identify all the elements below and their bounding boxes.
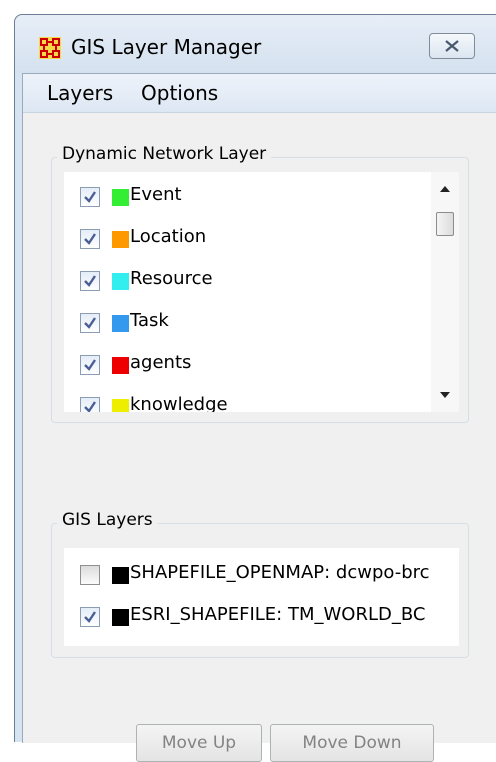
layer-color-swatch bbox=[112, 357, 129, 374]
gis-layer-manager-window: GIS Layer Manager Layers Options Dynamic… bbox=[14, 14, 496, 762]
move-down-button[interactable]: Move Down bbox=[270, 724, 434, 762]
layer-color-swatch bbox=[112, 315, 129, 332]
close-button[interactable] bbox=[429, 33, 475, 59]
window-title: GIS Layer Manager bbox=[71, 35, 262, 59]
layer-row-knowledge[interactable]: knowledge bbox=[64, 392, 459, 412]
layer-label: Task bbox=[130, 310, 169, 331]
layer-color-swatch bbox=[112, 399, 129, 412]
close-icon bbox=[445, 40, 459, 52]
scrollbar-thumb[interactable] bbox=[436, 212, 454, 236]
title-bar[interactable]: GIS Layer Manager bbox=[15, 15, 496, 73]
layer-checkbox-agents[interactable] bbox=[80, 355, 100, 375]
checkmark-icon bbox=[84, 275, 96, 287]
layer-row-location[interactable]: Location bbox=[64, 224, 459, 256]
checkmark-icon bbox=[84, 233, 96, 245]
layer-row-event[interactable]: Event bbox=[64, 182, 459, 214]
layer-label: Event bbox=[130, 184, 182, 205]
layer-checkbox-task[interactable] bbox=[80, 313, 100, 333]
layer-label: SHAPEFILE_OPENMAP: dcwpo-brc bbox=[130, 562, 430, 583]
layer-color-swatch bbox=[112, 189, 129, 206]
gis-layer-checkbox-openmap[interactable] bbox=[80, 565, 100, 585]
layer-color-swatch bbox=[112, 273, 129, 290]
layer-checkbox-knowledge[interactable] bbox=[80, 397, 100, 412]
gis-layer-row-esri[interactable]: ESRI_SHAPEFILE: TM_WORLD_BC bbox=[64, 602, 459, 634]
scroll-up-arrow-icon[interactable] bbox=[440, 186, 450, 192]
move-up-button[interactable]: Move Up bbox=[136, 724, 262, 762]
layer-row-task[interactable]: Task bbox=[64, 308, 459, 340]
menu-layers[interactable]: Layers bbox=[47, 81, 113, 105]
checkmark-icon bbox=[84, 317, 96, 329]
layer-checkbox-resource[interactable] bbox=[80, 271, 100, 291]
layer-label: knowledge bbox=[130, 394, 228, 412]
checkmark-icon bbox=[84, 191, 96, 203]
client-area: Layers Options Dynamic Network Layer Eve… bbox=[22, 73, 496, 762]
layer-label: Resource bbox=[130, 268, 213, 289]
layer-row-resource[interactable]: Resource bbox=[64, 266, 459, 298]
app-icon bbox=[39, 37, 61, 59]
layer-row-agents[interactable]: agents bbox=[64, 350, 459, 382]
scroll-down-arrow-icon[interactable] bbox=[440, 392, 450, 398]
gis-layer-row-openmap[interactable]: SHAPEFILE_OPENMAP: dcwpo-brc bbox=[64, 560, 459, 592]
layer-label: ESRI_SHAPEFILE: TM_WORLD_BC bbox=[130, 604, 426, 625]
checkmark-icon bbox=[84, 401, 96, 412]
layer-color-swatch bbox=[112, 609, 129, 626]
gis-layer-checkbox-esri[interactable] bbox=[80, 607, 100, 627]
gis-layers-title: GIS Layers bbox=[57, 510, 158, 530]
layer-color-swatch bbox=[112, 231, 129, 248]
layer-checkbox-event[interactable] bbox=[80, 187, 100, 207]
gis-layer-list[interactable]: SHAPEFILE_OPENMAP: dcwpo-brc ESRI_SHAPEF… bbox=[64, 548, 459, 646]
checkmark-icon bbox=[84, 359, 96, 371]
dynamic-network-layer-title: Dynamic Network Layer bbox=[57, 144, 272, 164]
vertical-scrollbar[interactable] bbox=[431, 172, 459, 412]
layer-label: Location bbox=[130, 226, 207, 247]
layer-color-swatch bbox=[112, 567, 129, 584]
menu-bar: Layers Options bbox=[23, 74, 496, 113]
dynamic-layer-list[interactable]: Event Location Resource Task agents know… bbox=[64, 172, 459, 412]
layer-checkbox-location[interactable] bbox=[80, 229, 100, 249]
checkmark-icon bbox=[84, 611, 96, 623]
layer-label: agents bbox=[130, 352, 192, 373]
menu-options[interactable]: Options bbox=[141, 81, 218, 105]
